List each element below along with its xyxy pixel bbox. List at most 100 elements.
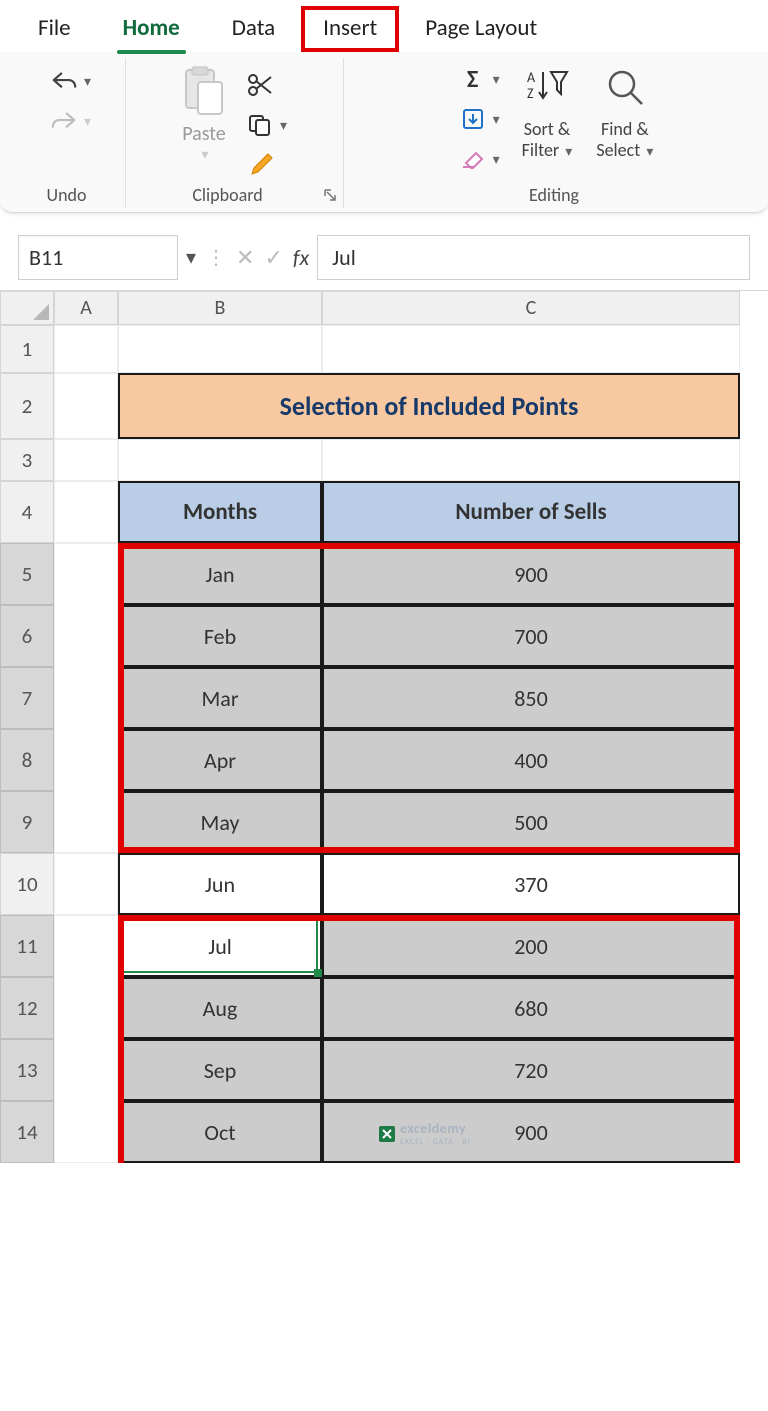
table-cell[interactable]: May — [118, 791, 322, 853]
cell[interactable] — [54, 439, 118, 481]
tab-file[interactable]: File — [12, 6, 97, 52]
row-header[interactable]: 11 — [0, 915, 54, 977]
cell[interactable] — [54, 853, 118, 915]
cell[interactable] — [54, 481, 118, 543]
paste-button[interactable]: Paste ▾ — [176, 64, 232, 163]
table-cell[interactable]: Jan — [118, 543, 322, 605]
cell[interactable] — [54, 325, 118, 373]
chevron-down-icon: ▾ — [84, 73, 91, 90]
search-icon — [604, 66, 646, 113]
cell[interactable] — [322, 325, 740, 373]
cancel-formula-icon[interactable]: ✕ — [236, 244, 254, 271]
chevron-down-icon: ▾ — [84, 113, 91, 130]
row-header[interactable]: 12 — [0, 977, 54, 1039]
group-label-undo: Undo — [14, 184, 119, 206]
eraser-icon — [459, 146, 487, 172]
table-cell[interactable]: 850 — [322, 667, 740, 729]
row-header[interactable]: 6 — [0, 605, 54, 667]
formula-input[interactable]: Jul — [317, 235, 750, 280]
table-cell[interactable]: Apr — [118, 729, 322, 791]
active-cell[interactable]: Jul — [118, 915, 322, 977]
formula-bar: B11 ▾ ⋮ ✕ ✓ fx Jul — [0, 235, 768, 291]
row-header[interactable]: 9 — [0, 791, 54, 853]
table-cell[interactable]: Aug — [118, 977, 322, 1039]
table-cell[interactable]: 680 — [322, 977, 740, 1039]
table-cell[interactable]: 720 — [322, 1039, 740, 1101]
ribbon-tabs: File Home Data Insert Page Layout — [0, 0, 768, 52]
clear-button[interactable]: ▾ — [453, 144, 506, 174]
fill-button[interactable]: ▾ — [453, 104, 506, 134]
selection-range-2: Jul 200 Aug 680 Sep 720 Oct 900 exceldem… — [118, 915, 740, 1163]
table-header-months[interactable]: Months — [118, 481, 322, 543]
row-header[interactable]: 3 — [0, 439, 54, 481]
cut-button[interactable] — [240, 70, 293, 100]
select-all-corner[interactable] — [0, 291, 54, 325]
ribbon: ▾ ▾ Undo Paste ▾ — [0, 52, 768, 213]
dialog-launcher-icon[interactable] — [323, 188, 337, 206]
ribbon-group-undo: ▾ ▾ Undo — [8, 58, 126, 208]
table-cell[interactable]: Oct — [118, 1101, 322, 1163]
enter-formula-icon[interactable]: ✓ — [264, 244, 282, 271]
find-select-button[interactable]: Find & Select ▾ — [588, 64, 661, 162]
table-cell[interactable]: 400 — [322, 729, 740, 791]
row-header[interactable]: 1 — [0, 325, 54, 373]
ribbon-group-clipboard: Paste ▾ ▾ — [126, 58, 344, 208]
cell[interactable] — [54, 915, 118, 1163]
chevron-down-icon: ▾ — [493, 71, 500, 88]
row-header[interactable]: 2 — [0, 373, 54, 439]
scissors-icon — [246, 72, 274, 98]
paintbrush-icon — [246, 152, 274, 178]
svg-text:A: A — [527, 69, 536, 86]
group-label-clipboard: Clipboard — [132, 184, 323, 206]
cell[interactable] — [54, 543, 118, 853]
chevron-down-icon: ▾ — [280, 117, 287, 134]
tab-data[interactable]: Data — [206, 6, 301, 52]
selection-range-1: Jan 900 Feb 700 Mar 850 Apr 400 May 500 — [118, 543, 740, 853]
sort-filter-icon: AZ — [525, 66, 569, 113]
spreadsheet-grid[interactable]: A B C 1 2 Selection of Included Points 3… — [0, 291, 768, 1163]
format-painter-button[interactable] — [240, 150, 293, 180]
chevron-down-icon: ▾ — [493, 151, 500, 168]
table-cell[interactable]: Feb — [118, 605, 322, 667]
autosum-button[interactable]: Σ▾ — [453, 64, 506, 94]
table-cell[interactable]: 200 — [322, 915, 740, 977]
chevron-down-icon: ▾ — [493, 111, 500, 128]
table-header-sells[interactable]: Number of Sells — [322, 481, 740, 543]
row-header[interactable]: 13 — [0, 1039, 54, 1101]
col-header-a[interactable]: A — [54, 291, 118, 325]
cell[interactable] — [118, 325, 322, 373]
table-cell[interactable]: 700 — [322, 605, 740, 667]
row-header[interactable]: 8 — [0, 729, 54, 791]
table-cell[interactable]: 500 — [322, 791, 740, 853]
cell[interactable] — [322, 439, 740, 481]
table-cell[interactable]: Mar — [118, 667, 322, 729]
table-cell[interactable]: 900 — [322, 1101, 740, 1163]
row-header[interactable]: 4 — [0, 481, 54, 543]
cell[interactable] — [54, 373, 118, 439]
svg-text:Z: Z — [527, 85, 534, 102]
row-header[interactable]: 10 — [0, 853, 54, 915]
tab-home[interactable]: Home — [97, 6, 206, 52]
tab-page-layout[interactable]: Page Layout — [399, 6, 563, 52]
cell[interactable] — [118, 439, 322, 481]
row-header[interactable]: 5 — [0, 543, 54, 605]
sort-filter-button[interactable]: AZ Sort & Filter ▾ — [514, 64, 581, 162]
col-header-b[interactable]: B — [118, 291, 322, 325]
copy-button[interactable]: ▾ — [240, 110, 293, 140]
row-header[interactable]: 14 — [0, 1101, 54, 1163]
tab-insert[interactable]: Insert — [301, 6, 399, 52]
chevron-down-icon[interactable]: ▾ — [186, 245, 196, 270]
redo-button[interactable]: ▾ — [44, 106, 97, 136]
name-box[interactable]: B11 — [18, 235, 178, 280]
table-cell[interactable]: 370 — [322, 853, 740, 915]
row-header[interactable]: 7 — [0, 667, 54, 729]
col-header-c[interactable]: C — [322, 291, 740, 325]
chevron-down-icon: ▾ — [178, 146, 232, 163]
chevron-down-icon: ▾ — [646, 143, 653, 160]
fx-icon[interactable]: fx — [293, 244, 309, 271]
table-cell[interactable]: 900 — [322, 543, 740, 605]
table-cell[interactable]: Sep — [118, 1039, 322, 1101]
undo-button[interactable]: ▾ — [44, 66, 97, 96]
table-cell[interactable]: Jun — [118, 853, 322, 915]
title-cell[interactable]: Selection of Included Points — [118, 373, 740, 439]
